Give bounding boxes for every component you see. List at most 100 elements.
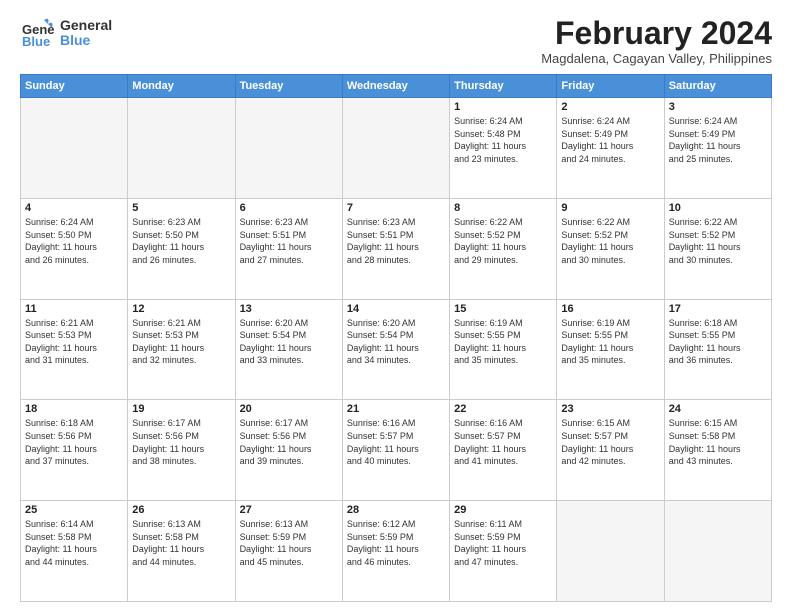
calendar-cell: 25Sunrise: 6:14 AM Sunset: 5:58 PM Dayli…	[21, 501, 128, 602]
calendar-cell: 3Sunrise: 6:24 AM Sunset: 5:49 PM Daylig…	[664, 98, 771, 199]
day-info: Sunrise: 6:21 AM Sunset: 5:53 PM Dayligh…	[25, 317, 123, 367]
day-number: 27	[240, 504, 338, 516]
calendar-week-row: 4 Sunrise: 6:24 AM Sunset: 5:50 PM Daylig…	[21, 198, 772, 299]
header: General Blue General Blue February 2024 …	[20, 16, 772, 66]
day-info: Sunrise: 6:17 AM Sunset: 5:56 PM Dayligh…	[240, 417, 338, 467]
calendar-cell: 26 Sunrise: 6:13 AM Sunset: 5:58 PM Dayli…	[128, 501, 235, 602]
calendar-cell: 11 Sunrise: 6:21 AM Sunset: 5:53 PM Dayli…	[21, 299, 128, 400]
calendar-day-header: Friday	[557, 75, 664, 98]
calendar-cell: 5 Sunrise: 6:23 AM Sunset: 5:50 PM Daylig…	[128, 198, 235, 299]
calendar-cell	[235, 98, 342, 199]
day-info: Sunrise: 6:20 AM Sunset: 5:54 PM Dayligh…	[240, 317, 338, 367]
day-info: Sunrise: 6:24 AM Sunset: 5:48 PM Dayligh…	[454, 115, 552, 165]
calendar-cell: 27Sunrise: 6:13 AM Sunset: 5:59 PM Dayli…	[235, 501, 342, 602]
day-number: 6	[240, 202, 338, 214]
day-info: Sunrise: 6:21 AM Sunset: 5:53 PM Dayligh…	[132, 317, 230, 367]
day-number: 22	[454, 403, 552, 415]
day-number: 23	[561, 403, 659, 415]
calendar-cell: 20Sunrise: 6:17 AM Sunset: 5:56 PM Dayli…	[235, 400, 342, 501]
day-number: 4	[25, 202, 123, 214]
calendar-cell: 7 Sunrise: 6:23 AM Sunset: 5:51 PM Daylig…	[342, 198, 449, 299]
day-number: 15	[454, 303, 552, 315]
calendar-cell: 8 Sunrise: 6:22 AM Sunset: 5:52 PM Daylig…	[450, 198, 557, 299]
calendar-cell	[21, 98, 128, 199]
calendar-cell: 15Sunrise: 6:19 AM Sunset: 5:55 PM Dayli…	[450, 299, 557, 400]
calendar-cell	[342, 98, 449, 199]
day-info: Sunrise: 6:18 AM Sunset: 5:55 PM Dayligh…	[669, 317, 767, 367]
calendar-cell: 23 Sunrise: 6:15 AM Sunset: 5:57 PM Dayli…	[557, 400, 664, 501]
svg-text:Blue: Blue	[22, 34, 50, 49]
logo-icon: General Blue	[20, 16, 54, 50]
calendar-cell: 18Sunrise: 6:18 AM Sunset: 5:56 PM Dayli…	[21, 400, 128, 501]
day-info: Sunrise: 6:16 AM Sunset: 5:57 PM Dayligh…	[454, 417, 552, 467]
month-year: February 2024	[541, 16, 772, 51]
calendar-cell	[664, 501, 771, 602]
day-number: 26	[132, 504, 230, 516]
day-number: 5	[132, 202, 230, 214]
calendar-cell: 14 Sunrise: 6:20 AM Sunset: 5:54 PM Dayli…	[342, 299, 449, 400]
day-info: Sunrise: 6:20 AM Sunset: 5:54 PM Dayligh…	[347, 317, 445, 367]
calendar-cell: 4 Sunrise: 6:24 AM Sunset: 5:50 PM Daylig…	[21, 198, 128, 299]
day-info: Sunrise: 6:24 AM Sunset: 5:50 PM Dayligh…	[25, 216, 123, 266]
day-number: 9	[561, 202, 659, 214]
calendar-cell: 13 Sunrise: 6:20 AM Sunset: 5:54 PM Dayli…	[235, 299, 342, 400]
calendar-week-row: 25Sunrise: 6:14 AM Sunset: 5:58 PM Dayli…	[21, 501, 772, 602]
calendar-header-row: SundayMondayTuesdayWednesdayThursdayFrid…	[21, 75, 772, 98]
calendar-cell: 6 Sunrise: 6:23 AM Sunset: 5:51 PM Daylig…	[235, 198, 342, 299]
day-info: Sunrise: 6:12 AM Sunset: 5:59 PM Dayligh…	[347, 518, 445, 568]
calendar-cell: 9 Sunrise: 6:22 AM Sunset: 5:52 PM Daylig…	[557, 198, 664, 299]
day-info: Sunrise: 6:23 AM Sunset: 5:51 PM Dayligh…	[347, 216, 445, 266]
logo: General Blue General Blue	[20, 16, 112, 50]
day-number: 10	[669, 202, 767, 214]
day-number: 18	[25, 403, 123, 415]
calendar-cell	[128, 98, 235, 199]
calendar-day-header: Thursday	[450, 75, 557, 98]
day-number: 14	[347, 303, 445, 315]
day-number: 28	[347, 504, 445, 516]
day-info: Sunrise: 6:22 AM Sunset: 5:52 PM Dayligh…	[561, 216, 659, 266]
day-info: Sunrise: 6:22 AM Sunset: 5:52 PM Dayligh…	[454, 216, 552, 266]
day-number: 21	[347, 403, 445, 415]
day-info: Sunrise: 6:24 AM Sunset: 5:49 PM Dayligh…	[561, 115, 659, 165]
day-number: 7	[347, 202, 445, 214]
day-info: Sunrise: 6:22 AM Sunset: 5:52 PM Dayligh…	[669, 216, 767, 266]
calendar-week-row: 11 Sunrise: 6:21 AM Sunset: 5:53 PM Dayli…	[21, 299, 772, 400]
day-number: 11	[25, 303, 123, 315]
day-number: 29	[454, 504, 552, 516]
day-info: Sunrise: 6:23 AM Sunset: 5:50 PM Dayligh…	[132, 216, 230, 266]
day-number: 17	[669, 303, 767, 315]
day-info: Sunrise: 6:11 AM Sunset: 5:59 PM Dayligh…	[454, 518, 552, 568]
page: General Blue General Blue February 2024 …	[0, 0, 792, 612]
calendar-day-header: Wednesday	[342, 75, 449, 98]
calendar-cell: 21 Sunrise: 6:16 AM Sunset: 5:57 PM Dayli…	[342, 400, 449, 501]
day-info: Sunrise: 6:15 AM Sunset: 5:57 PM Dayligh…	[561, 417, 659, 467]
day-number: 19	[132, 403, 230, 415]
calendar-cell: 17 Sunrise: 6:18 AM Sunset: 5:55 PM Dayli…	[664, 299, 771, 400]
calendar-cell: 19Sunrise: 6:17 AM Sunset: 5:56 PM Dayli…	[128, 400, 235, 501]
calendar-cell: 12 Sunrise: 6:21 AM Sunset: 5:53 PM Dayli…	[128, 299, 235, 400]
calendar-day-header: Tuesday	[235, 75, 342, 98]
day-info: Sunrise: 6:16 AM Sunset: 5:57 PM Dayligh…	[347, 417, 445, 467]
day-number: 24	[669, 403, 767, 415]
calendar-cell: 2Sunrise: 6:24 AM Sunset: 5:49 PM Daylig…	[557, 98, 664, 199]
day-number: 16	[561, 303, 659, 315]
calendar-cell: 22 Sunrise: 6:16 AM Sunset: 5:57 PM Dayli…	[450, 400, 557, 501]
day-info: Sunrise: 6:15 AM Sunset: 5:58 PM Dayligh…	[669, 417, 767, 467]
calendar-cell: 29 Sunrise: 6:11 AM Sunset: 5:59 PM Dayli…	[450, 501, 557, 602]
calendar-cell: 28 Sunrise: 6:12 AM Sunset: 5:59 PM Dayli…	[342, 501, 449, 602]
calendar-cell	[557, 501, 664, 602]
logo-general: General	[60, 18, 112, 33]
day-number: 25	[25, 504, 123, 516]
day-info: Sunrise: 6:13 AM Sunset: 5:58 PM Dayligh…	[132, 518, 230, 568]
calendar-cell: 24 Sunrise: 6:15 AM Sunset: 5:58 PM Dayli…	[664, 400, 771, 501]
calendar-day-header: Monday	[128, 75, 235, 98]
calendar-week-row: 18Sunrise: 6:18 AM Sunset: 5:56 PM Dayli…	[21, 400, 772, 501]
day-number: 13	[240, 303, 338, 315]
day-number: 8	[454, 202, 552, 214]
calendar-week-row: 1Sunrise: 6:24 AM Sunset: 5:48 PM Daylig…	[21, 98, 772, 199]
calendar-cell: 16Sunrise: 6:19 AM Sunset: 5:55 PM Dayli…	[557, 299, 664, 400]
calendar-cell: 1Sunrise: 6:24 AM Sunset: 5:48 PM Daylig…	[450, 98, 557, 199]
day-number: 12	[132, 303, 230, 315]
day-info: Sunrise: 6:23 AM Sunset: 5:51 PM Dayligh…	[240, 216, 338, 266]
title-area: February 2024 Magdalena, Cagayan Valley,…	[541, 16, 772, 66]
